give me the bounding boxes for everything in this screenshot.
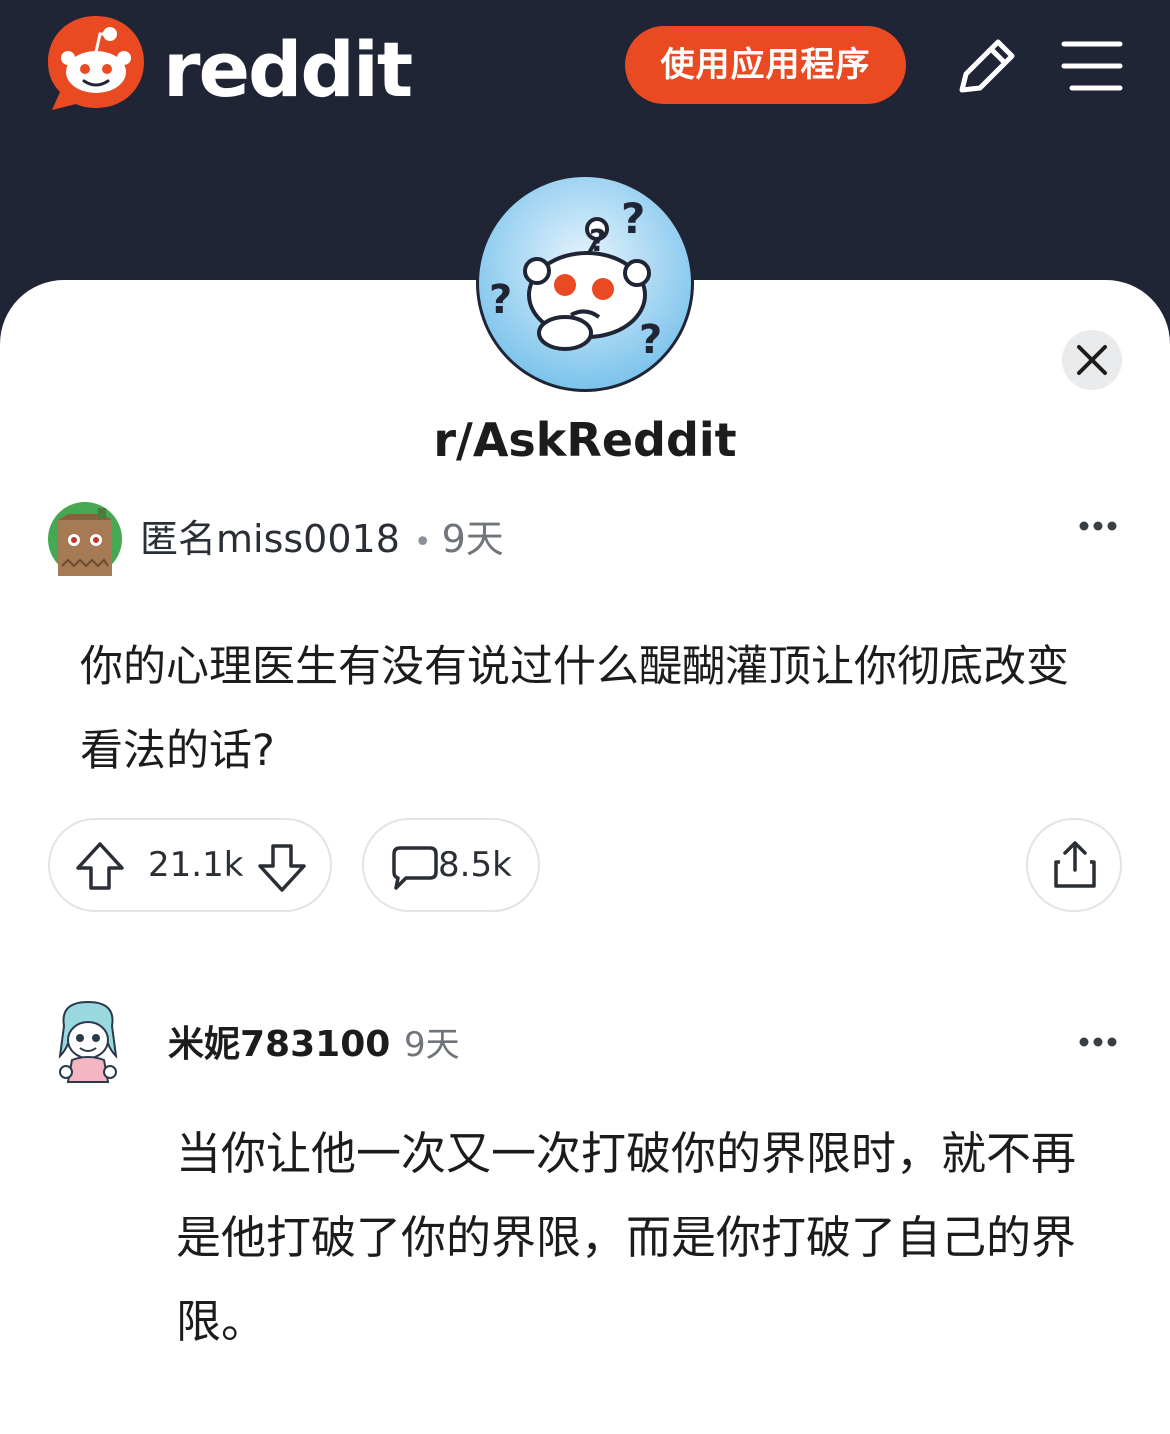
close-button[interactable] xyxy=(1062,330,1122,390)
comment-time: 9天 xyxy=(404,1025,460,1065)
close-icon xyxy=(1077,345,1107,375)
share-icon xyxy=(1054,841,1096,888)
comments-button[interactable]: 8.5k xyxy=(362,818,540,912)
upvote-count: 21.1k xyxy=(148,845,244,885)
post-title[interactable]: 你的心理医生有没有说过什么醍醐灌顶让你彻底改变看法的话? xyxy=(80,625,1110,793)
share-button[interactable] xyxy=(1026,818,1122,912)
post-time: 9天 xyxy=(441,517,504,561)
use-app-button[interactable]: 使用应用程序 xyxy=(625,26,906,104)
commenter-avatar[interactable] xyxy=(50,996,126,1092)
hamburger-menu-icon[interactable] xyxy=(1060,36,1124,96)
comment-author[interactable]: 米妮783100 xyxy=(168,1020,390,1070)
subreddit-avatar[interactable]: ? ? ? ? xyxy=(476,174,694,392)
meta-separator: • xyxy=(413,525,432,560)
author-avatar[interactable] xyxy=(48,502,122,576)
downvote-icon[interactable] xyxy=(256,842,308,894)
reddit-wordmark[interactable]: reddit xyxy=(163,20,413,120)
subreddit-name[interactable]: r/AskReddit xyxy=(0,410,1170,470)
askreddit-confused-snoo-icon: ? ? ? ? xyxy=(479,177,691,389)
upvote-icon[interactable] xyxy=(74,840,126,892)
post-meta: 匿名miss0018 • 9天 xyxy=(140,514,504,564)
more-options-icon[interactable] xyxy=(1078,520,1118,532)
comment-bubble-icon xyxy=(392,846,438,890)
comment-more-options-icon[interactable] xyxy=(1078,1036,1118,1048)
comment-body: 当你让他一次又一次打破你的界限时，就不再是他打破了你的界限，而是你打破了自己的界… xyxy=(176,1127,1077,1348)
svg-text:?: ? xyxy=(589,224,606,259)
top-nav-bar: reddit 使用应用程序 xyxy=(0,0,1170,136)
svg-text:?: ? xyxy=(489,277,512,323)
reddit-logo-icon[interactable] xyxy=(46,14,146,114)
svg-text:?: ? xyxy=(621,194,645,243)
vote-pill: 21.1k xyxy=(48,818,332,912)
comment-count: 8.5k xyxy=(438,845,512,885)
pencil-icon[interactable] xyxy=(950,34,1020,104)
svg-text:?: ? xyxy=(639,317,662,363)
post-author[interactable]: 匿名miss0018 xyxy=(140,517,400,561)
